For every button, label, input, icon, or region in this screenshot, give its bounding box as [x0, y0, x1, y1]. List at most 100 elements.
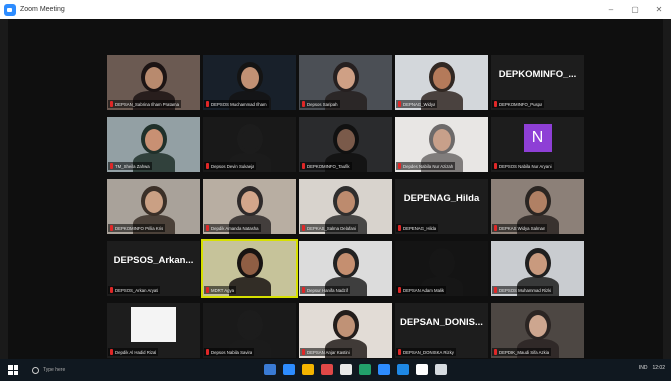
participant-display-name: DEPKOMINFO_...	[498, 69, 577, 80]
participant-name: DEPSOS Muchammad Ilham	[211, 101, 267, 107]
participant-name-label: DEPKAS Widya Salman	[492, 224, 548, 232]
participant-name-label: Depdik Al Hadid Rizal	[108, 348, 159, 356]
participant-name-label: DEPSOS Muhammad Rizki	[492, 286, 554, 294]
participant-name: Depsur Hanifa Nadzif	[307, 287, 348, 293]
taskbar-app-icon[interactable]	[397, 364, 409, 375]
participant-name: DEPSAN_Sabrina Ilham Pratama	[115, 101, 180, 107]
participant-face	[241, 253, 259, 275]
participant-name: DEPSOS Muhammad Rizki	[499, 287, 552, 293]
participant-face	[433, 253, 451, 275]
participant-tile[interactable]: DEPSAN Adam Malik	[395, 241, 488, 296]
taskbar-app-icon[interactable]	[321, 364, 333, 375]
taskbar-app-icon[interactable]	[340, 364, 352, 375]
participant-tile[interactable]: DEPKOMINFO_Taufik	[299, 117, 392, 172]
participant-tile[interactable]: DEPSOS_Arkan... DEPSOS_Arkan Aryati	[107, 241, 200, 296]
start-menu-icon[interactable]	[8, 365, 18, 375]
participant-name-label: MDRT Agya	[204, 286, 237, 294]
taskbar-app-icon[interactable]	[378, 364, 390, 375]
participant-name-label: DEPSOS Nabila Nur Aryani	[492, 162, 554, 170]
participant-tile[interactable]: Depdes Nabila Nur Azizah	[395, 117, 488, 172]
participant-tile[interactable]: DEPSAN_Sabrina Ilham Pratama	[107, 55, 200, 110]
taskbar-app-icon[interactable]	[359, 364, 371, 375]
participant-tile[interactable]: Depsos Nabila Savira	[203, 303, 296, 358]
participant-name-label: DEPKAS_Salma Delafani	[300, 224, 358, 232]
participant-display-name: DEPSAN_DONIS...	[400, 317, 483, 328]
participant-face	[337, 67, 355, 89]
participant-tile[interactable]: N DEPSOS Nabila Nur Aryani	[491, 117, 584, 172]
close-button[interactable]: ✕	[647, 0, 671, 19]
participant-name-label: DEPSOS_Arkan Aryati	[108, 286, 161, 294]
participant-name-label: Depdik Amanda Natasha	[204, 224, 261, 232]
participant-name-label: DEPENAG_Hilda	[396, 224, 439, 232]
participant-tile[interactable]: DEPSOS Muchammad Ilham	[203, 55, 296, 110]
participant-tile[interactable]: Depsos Devin Sukaeja	[203, 117, 296, 172]
participant-tile[interactable]: DEPNAG_Widya	[395, 55, 488, 110]
taskbar-app-icon[interactable]	[416, 364, 428, 375]
participant-name-label: DEPSOS Muchammad Ilham	[204, 100, 269, 108]
muted-mic-icon	[110, 349, 113, 355]
participant-face	[337, 191, 355, 213]
participant-name-label: DEPKOMINFO_Taufik	[300, 162, 352, 170]
participant-name: Depdik Amanda Natasha	[211, 225, 259, 231]
participant-name-label: DEPSAN Adam Malik	[396, 286, 447, 294]
participant-name: Depsos Devin Sukaeja	[211, 163, 255, 169]
participant-tile[interactable]: DEPSAN Anjar Kastini	[299, 303, 392, 358]
participant-name-label: TM_Sheila Zahwa	[108, 162, 152, 170]
participant-tile[interactable]: Depsur Hanifa Nadzif	[299, 241, 392, 296]
participant-tile[interactable]: DEPKOMINFO Prilia Kris	[107, 179, 200, 234]
participant-name-label: Depsos Devin Sukaeja	[204, 162, 257, 170]
muted-mic-icon	[206, 225, 209, 231]
muted-mic-icon	[398, 287, 401, 293]
taskbar-search-field[interactable]: Type here	[43, 367, 65, 373]
muted-mic-icon	[494, 101, 497, 107]
maximize-button[interactable]: ▢	[623, 0, 647, 19]
participant-tile[interactable]: DEPSAN_DONIS... DEPSAN_DONISKA Rizky	[395, 303, 488, 358]
participant-name-label: DEPNAG_Widya	[396, 100, 438, 108]
participant-name: DEPSAN Anjar Kastini	[307, 349, 350, 355]
participant-name: Depsos Nabila Savira	[211, 349, 253, 355]
participant-face	[433, 129, 451, 151]
system-tray: IND 12:02	[639, 365, 665, 371]
muted-mic-icon	[398, 101, 401, 107]
participant-tile[interactable]: DEPKAS_Salma Delafani	[299, 179, 392, 234]
participant-tile[interactable]: DEPKOMINFO_... DEPKOMINFO_Puspa	[491, 55, 584, 110]
search-icon[interactable]	[32, 366, 39, 374]
taskbar-app-icon[interactable]	[302, 364, 314, 375]
participant-tile[interactable]: Depdik Al Hadid Rizal	[107, 303, 200, 358]
participant-tile[interactable]: DEPSOS Muhammad Rizki	[491, 241, 584, 296]
muted-mic-icon	[302, 349, 305, 355]
participant-name: DEPSOS Nabila Nur Aryani	[499, 163, 552, 169]
window-title: Zoom Meeting	[20, 6, 65, 13]
clock-time[interactable]: 12:02	[652, 365, 665, 371]
participant-name: DEPKAS_Salma Delafani	[307, 225, 356, 231]
participant-tile[interactable]: MDRT Agya	[201, 239, 298, 298]
participant-tile[interactable]: TM_Sheila Zahwa	[107, 117, 200, 172]
minimize-button[interactable]: –	[599, 0, 623, 19]
participant-name-label: DEPSAN_DONISKA Rizky	[396, 348, 456, 356]
muted-mic-icon	[206, 163, 209, 169]
window-title-bar: Zoom Meeting – ▢ ✕	[0, 0, 671, 19]
participant-tile[interactable]: Depsos Saripah	[299, 55, 392, 110]
muted-mic-icon	[110, 101, 113, 107]
muted-mic-icon	[494, 349, 497, 355]
taskbar-app-icon[interactable]	[283, 364, 295, 375]
participant-face	[529, 253, 547, 275]
participant-face	[145, 129, 163, 151]
muted-mic-icon	[302, 287, 305, 293]
participant-display-name: DEPENAG_Hilda	[403, 193, 480, 204]
blank-video	[131, 307, 176, 342]
taskbar-app-icon[interactable]	[435, 364, 447, 375]
taskbar-app-icon[interactable]	[264, 364, 276, 375]
participant-name: DEPNAG_Widya	[403, 101, 436, 107]
participant-tile[interactable]: DEPENAG_Hilda DEPENAG_Hilda	[395, 179, 488, 234]
participant-name-label: Depsur Hanifa Nadzif	[300, 286, 350, 294]
participant-tile[interactable]: DEPKAS Widya Salman	[491, 179, 584, 234]
participant-tile[interactable]: Depdik Amanda Natasha	[203, 179, 296, 234]
muted-mic-icon	[206, 101, 209, 107]
muted-mic-icon	[110, 287, 113, 293]
windows-taskbar: Type here IND 12:02	[0, 359, 671, 381]
language-indicator[interactable]: IND	[639, 365, 648, 371]
participant-face	[241, 191, 259, 213]
participant-avatar: N	[523, 124, 552, 152]
participant-tile[interactable]: DEPDIK_Maudi Sifa Azkia	[491, 303, 584, 358]
